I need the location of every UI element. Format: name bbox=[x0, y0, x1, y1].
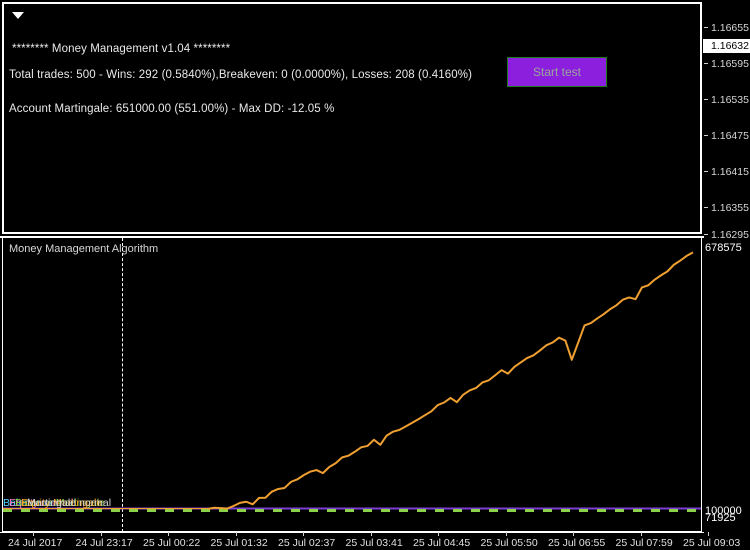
time-axis-label: 25 Jul 06:55 bbox=[548, 537, 606, 549]
time-axis-tick bbox=[370, 532, 372, 536]
account-martingale-line: Account Martingale: 651000.00 (551.00%) … bbox=[9, 103, 335, 115]
equity-min-label: 71925 bbox=[705, 512, 736, 524]
time-axis-tick bbox=[33, 532, 34, 536]
time-axis-label: 25 Jul 03:41 bbox=[345, 537, 403, 549]
equity-curve-plot bbox=[3, 251, 701, 513]
current-price-label: 1.16632 bbox=[703, 39, 750, 53]
time-axis-tick bbox=[708, 532, 709, 536]
time-axis-label: 25 Jul 05:50 bbox=[480, 537, 538, 549]
price-tick: 1.16475 bbox=[704, 130, 749, 142]
time-axis-tick bbox=[640, 532, 642, 536]
time-axis-tick bbox=[168, 532, 169, 536]
tick-dash-icon bbox=[704, 26, 708, 28]
time-axis-tick bbox=[303, 532, 304, 536]
trade-statistics-line: Total trades: 500 - Wins: 292 (0.5840%),… bbox=[9, 69, 473, 81]
time-axis-label: 25 Jul 01:32 bbox=[210, 537, 268, 549]
time-axis-label: 25 Jul 02:37 bbox=[278, 537, 336, 549]
price-tick: 1.16655 bbox=[704, 22, 749, 34]
time-axis-label: 25 Jul 00:22 bbox=[143, 537, 201, 549]
time-axis-label: 24 Jul 23:17 bbox=[75, 537, 133, 549]
tick-dash-icon bbox=[704, 233, 708, 235]
legend-item-martingale-normal: Martingale normal bbox=[27, 497, 112, 509]
tick-dash-icon bbox=[704, 98, 708, 100]
price-tick: 1.16535 bbox=[704, 94, 749, 106]
time-axis-label: 25 Jul 07:59 bbox=[615, 537, 673, 549]
equity-max-label: 678575 bbox=[705, 242, 742, 254]
time-axis-label: 25 Jul 09:03 bbox=[683, 537, 741, 549]
tick-dash-icon bbox=[704, 62, 708, 64]
panel-title: ******** Money Management v1.04 ******** bbox=[12, 43, 231, 55]
chart-legend: Balance normal Equity normal Balance Mar… bbox=[3, 497, 233, 510]
price-tick: 1.16355 bbox=[704, 202, 749, 214]
price-axis[interactable]: 1.16655 1.16632 1.16595 1.16535 1.16475 … bbox=[703, 0, 750, 241]
tick-dash-icon bbox=[704, 170, 708, 172]
time-axis-label: 25 Jul 04:45 bbox=[413, 537, 471, 549]
time-axis-tick bbox=[573, 532, 574, 536]
chart-window: ******** Money Management v1.04 ********… bbox=[0, 0, 750, 550]
tick-dash-icon bbox=[704, 134, 708, 136]
tick-dash-icon bbox=[704, 206, 708, 208]
time-axis-tick bbox=[505, 532, 507, 536]
time-axis[interactable]: 24 Jul 2017 24 Jul 23:17 25 Jul 00:22 25 Ju… bbox=[0, 532, 740, 550]
triangle-down-icon[interactable] bbox=[12, 12, 24, 19]
time-axis-line bbox=[0, 532, 704, 533]
time-axis-tick bbox=[438, 532, 439, 536]
time-axis-label: 24 Jul 2017 bbox=[8, 537, 63, 549]
price-tick: 1.16415 bbox=[704, 166, 749, 178]
start-test-button[interactable]: Start test bbox=[507, 57, 607, 87]
money-management-info-panel: ******** Money Management v1.04 ********… bbox=[2, 2, 702, 234]
time-axis-tick bbox=[100, 532, 102, 536]
equity-martingale-curve bbox=[207, 251, 694, 510]
price-tick: 1.16295 bbox=[704, 229, 749, 241]
time-axis-tick bbox=[235, 532, 237, 536]
money-management-chart-panel[interactable]: Money Management Algorithm bbox=[2, 238, 702, 532]
price-tick: 1.16595 bbox=[704, 58, 749, 70]
